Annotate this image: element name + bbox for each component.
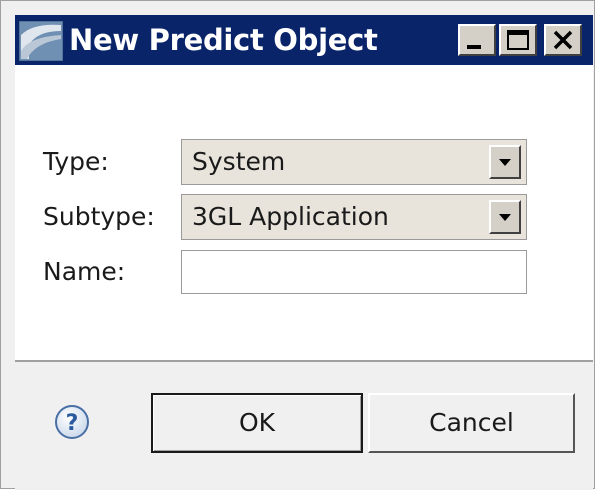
name-label: Name: xyxy=(43,257,126,286)
chevron-down-icon xyxy=(499,214,511,221)
type-label: Type: xyxy=(43,147,109,176)
subtype-label: Subtype: xyxy=(43,202,155,231)
close-button[interactable] xyxy=(544,24,582,56)
minimize-button[interactable] xyxy=(458,24,496,56)
maximize-icon xyxy=(507,30,529,50)
close-icon xyxy=(553,30,573,50)
type-select-value: System xyxy=(192,147,286,176)
title-bar[interactable]: New Predict Object xyxy=(15,15,593,65)
type-dropdown-button[interactable] xyxy=(489,145,521,179)
minimize-icon xyxy=(467,45,481,49)
subtype-select[interactable]: 3GL Application xyxy=(181,194,527,240)
ok-button[interactable]: OK xyxy=(151,393,363,453)
subtype-select-value: 3GL Application xyxy=(192,202,389,231)
chevron-down-icon xyxy=(499,159,511,166)
wizard-icon xyxy=(19,21,63,61)
name-input[interactable] xyxy=(181,250,527,294)
svg-text:?: ? xyxy=(66,411,79,436)
dialog-window: New Predict Object Type: System Subtype:… xyxy=(0,0,595,490)
cancel-button[interactable]: Cancel xyxy=(368,393,575,453)
help-icon[interactable]: ? xyxy=(54,404,90,440)
window-title: New Predict Object xyxy=(69,23,378,57)
maximize-button[interactable] xyxy=(499,24,537,56)
type-select[interactable]: System xyxy=(181,139,527,185)
subtype-dropdown-button[interactable] xyxy=(489,200,521,234)
